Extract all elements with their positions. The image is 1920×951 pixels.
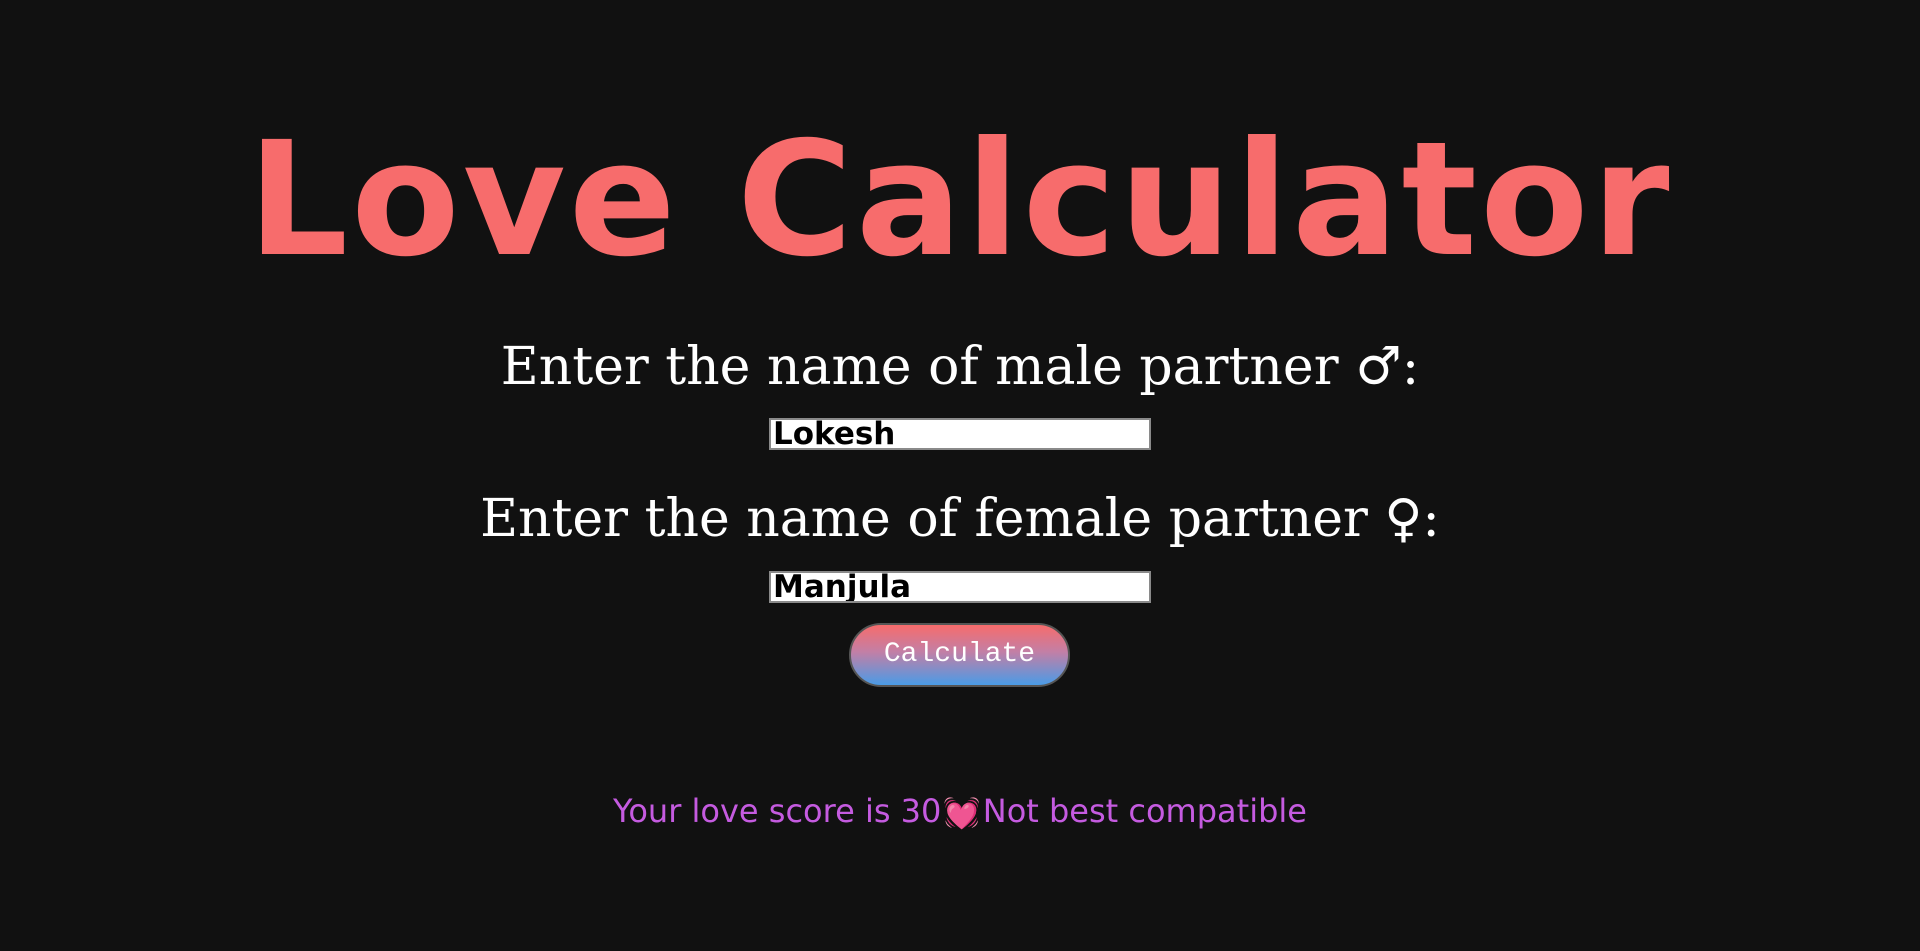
love-calculator-page: Love Calculator Enter the name of male p… [0,0,1920,951]
page-title: Love Calculator [247,108,1673,292]
female-partner-label: Enter the name of female partner ♀: [480,489,1440,549]
male-partner-input[interactable] [769,418,1151,450]
calculate-button[interactable]: Calculate [849,623,1070,687]
heart-icon: 💓 [943,796,981,831]
male-partner-label: Enter the name of male partner ♂: [500,337,1420,397]
love-score-text: Your love score is 30 [613,792,942,830]
female-partner-input[interactable] [769,571,1151,603]
compatibility-text: Not best compatible [982,792,1307,830]
love-score-result: Your love score is 30💓Not best compatibl… [0,790,1920,835]
